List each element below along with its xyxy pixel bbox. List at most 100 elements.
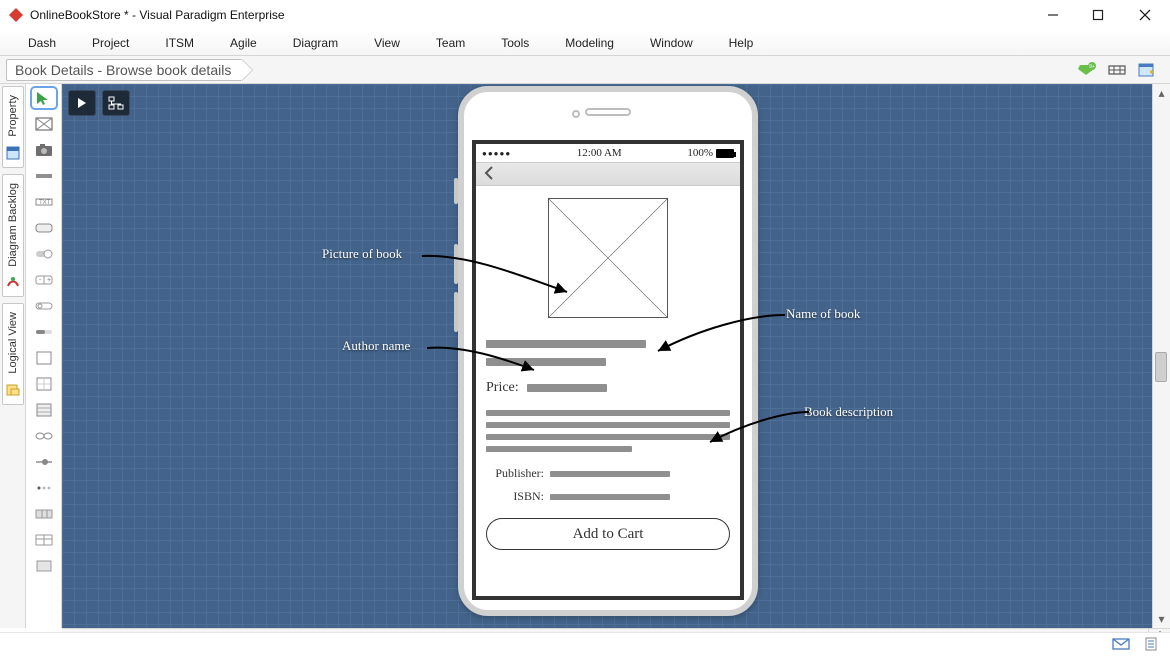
battery-label: 100% [687, 147, 713, 159]
menu-help[interactable]: Help [711, 32, 772, 54]
tool-segmented[interactable] [34, 428, 54, 444]
phone-camera-icon [572, 110, 580, 118]
menu-agile[interactable]: Agile [212, 32, 275, 54]
tool-progress[interactable] [34, 324, 54, 340]
phone-speaker-icon [585, 108, 631, 116]
canvas-mini-toolbar [68, 90, 130, 116]
wireflow-button[interactable] [102, 90, 130, 116]
tool-image[interactable] [34, 116, 54, 132]
canvas[interactable]: ●●●●● 12:00 AM 100% Price: [62, 84, 1170, 628]
menu-diagram[interactable]: Diagram [275, 32, 356, 54]
side-tab-property[interactable]: Property [2, 86, 24, 168]
tool-grid-panel[interactable] [34, 376, 54, 392]
mail-icon[interactable] [1112, 637, 1130, 654]
image-placeholder[interactable] [548, 198, 668, 318]
tool-list[interactable] [34, 402, 54, 418]
tool-toggle[interactable] [34, 246, 54, 262]
price-label: Price: [486, 380, 519, 396]
annotation-name[interactable]: Name of book [786, 306, 860, 322]
svg-text:9+: 9+ [1089, 64, 1095, 70]
add-to-cart-label: Add to Cart [573, 526, 644, 543]
scroll-down-icon[interactable]: ▾ [1153, 610, 1170, 628]
phone-side-button [454, 292, 458, 332]
title-bar: OnlineBookStore * - Visual Paradigm Ente… [0, 0, 1170, 30]
scroll-track[interactable] [1153, 102, 1170, 610]
svg-text:+: + [47, 277, 51, 284]
phone-navigation-bar[interactable] [476, 162, 740, 186]
phone-wireframe[interactable]: ●●●●● 12:00 AM 100% Price: [458, 86, 758, 616]
menu-bar: Dash Project ITSM Agile Diagram View Tea… [0, 30, 1170, 56]
back-icon[interactable] [484, 166, 494, 183]
tool-panel[interactable] [34, 350, 54, 366]
menu-project[interactable]: Project [74, 32, 147, 54]
side-tab-property-label: Property [7, 93, 19, 139]
postmania-icon[interactable]: 9+ [1076, 61, 1098, 79]
tool-label[interactable] [34, 168, 54, 184]
description-line [486, 410, 730, 416]
new-diagram-icon[interactable] [1136, 61, 1158, 79]
tool-button[interactable] [34, 220, 54, 236]
description-line [486, 434, 730, 440]
annotation-author[interactable]: Author name [342, 338, 410, 354]
tool-rectangle[interactable] [34, 558, 54, 574]
menu-itsm[interactable]: ITSM [147, 32, 212, 54]
side-tab-backlog-label: Diagram Backlog [7, 181, 19, 269]
phone-status-bar: ●●●●● 12:00 AM 100% [476, 144, 740, 162]
phone-side-button [454, 178, 458, 204]
side-tab-logical-label: Logical View [7, 310, 19, 376]
tool-searchbar[interactable] [34, 298, 54, 314]
description-line [486, 422, 730, 428]
side-panel-tabs: Property Diagram Backlog Logical View [0, 84, 26, 628]
tool-camera-icon[interactable] [34, 142, 54, 158]
book-title-placeholder [486, 340, 646, 348]
side-tab-logical-view[interactable]: Logical View [2, 303, 24, 405]
tool-pointer[interactable] [34, 90, 54, 106]
menu-view[interactable]: View [356, 32, 418, 54]
document-icon[interactable] [1142, 637, 1160, 654]
vertical-scrollbar[interactable]: ▴ ▾ [1152, 84, 1170, 628]
scroll-up-icon[interactable]: ▴ [1153, 84, 1170, 102]
breadcrumb[interactable]: Book Details - Browse book details [6, 59, 242, 81]
tab-bar: Book Details - Browse book details 9+ [0, 56, 1170, 84]
phone-content: Price: Publisher: ISBN: [476, 186, 740, 596]
tool-textfield[interactable]: TXT [34, 194, 54, 210]
description-line [486, 446, 632, 452]
menu-modeling[interactable]: Modeling [547, 32, 632, 54]
minimize-button[interactable] [1030, 0, 1075, 30]
app-logo-icon [8, 7, 24, 23]
phone-screen: ●●●●● 12:00 AM 100% Price: [472, 140, 744, 600]
svg-text:TXT: TXT [39, 200, 51, 206]
close-button[interactable] [1120, 0, 1170, 30]
phone-side-button [454, 244, 458, 284]
annotation-picture[interactable]: Picture of book [322, 246, 402, 262]
maximize-button[interactable] [1075, 0, 1120, 30]
logical-view-icon [5, 382, 21, 398]
menu-window[interactable]: Window [632, 32, 711, 54]
annotation-description[interactable]: Book description [804, 404, 893, 420]
menu-dash[interactable]: Dash [10, 32, 74, 54]
price-placeholder [527, 384, 607, 392]
workspace: Property Diagram Backlog Logical View TX… [0, 84, 1170, 628]
status-bar [0, 632, 1170, 658]
isbn-placeholder [550, 494, 670, 500]
publisher-placeholder [550, 471, 670, 477]
isbn-label: ISBN: [486, 489, 544, 504]
side-tab-diagram-backlog[interactable]: Diagram Backlog [2, 174, 24, 298]
signal-icon: ●●●●● [482, 149, 511, 158]
tool-slider[interactable] [34, 454, 54, 470]
description-block [486, 410, 730, 452]
play-button[interactable] [68, 90, 96, 116]
publisher-label: Publisher: [486, 466, 544, 481]
menu-team[interactable]: Team [418, 32, 483, 54]
tool-page-control[interactable] [34, 480, 54, 496]
tool-table[interactable] [34, 532, 54, 548]
window-title: OnlineBookStore * - Visual Paradigm Ente… [30, 8, 1030, 22]
add-to-cart-button[interactable]: Add to Cart [486, 518, 730, 550]
status-time: 12:00 AM [577, 147, 622, 159]
battery-icon [716, 149, 734, 158]
tool-tabbar[interactable] [34, 506, 54, 522]
menu-tools[interactable]: Tools [483, 32, 547, 54]
wireframe-toolbar: TXT -+ [26, 84, 62, 628]
tool-stepper[interactable]: -+ [34, 272, 54, 288]
diagram-nav-icon[interactable] [1106, 61, 1128, 79]
